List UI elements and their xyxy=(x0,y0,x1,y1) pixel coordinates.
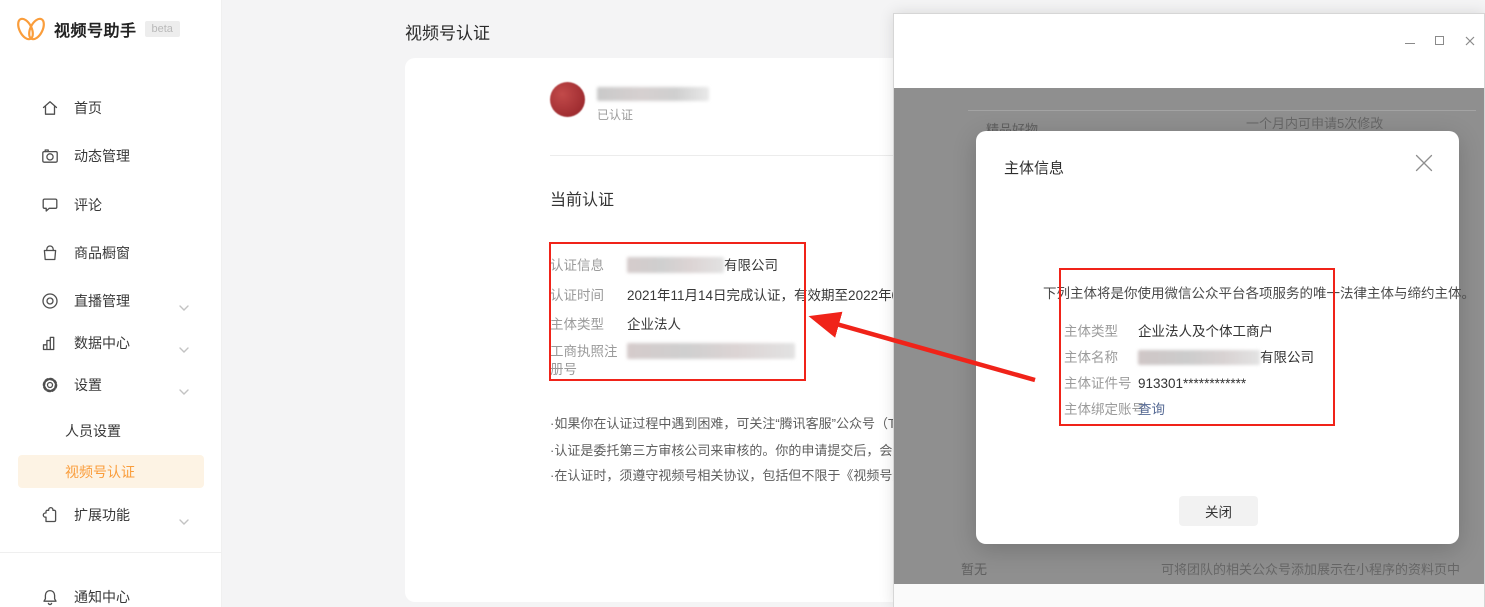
chevron-down-icon[interactable] xyxy=(179,382,189,400)
cert-row-license: 工商执照注册号 xyxy=(550,343,795,379)
channels-logo-icon xyxy=(14,14,48,44)
window-bottom-strip xyxy=(894,584,1484,607)
dialog-intro-text: 下列主体将是你使用微信公众平台各项服务的唯一法律主体与缔约主体。 xyxy=(1043,282,1475,302)
desktop-app-window: 精品好物 一个月内可申请5次修改 暂无 可将团队的相关公众号添加展示在小程序的资… xyxy=(893,13,1485,607)
chevron-down-icon[interactable] xyxy=(179,512,189,530)
dimmed-empty-label: 暂无 xyxy=(961,559,987,578)
dialog-row-subject-name: 主体名称有限公司 xyxy=(1064,346,1314,366)
subject-info-dialog: 主体信息 下列主体将是你使用微信公众平台各项服务的唯一法律主体与缔约主体。 主体… xyxy=(976,131,1459,544)
window-maximize-icon[interactable] xyxy=(1433,34,1446,47)
account-name-redacted xyxy=(597,87,709,101)
puzzle-icon xyxy=(40,506,59,525)
sidebar-item-moments[interactable]: 动态管理 xyxy=(0,140,222,172)
sidebar-item-notification-center[interactable]: 通知中心 xyxy=(0,581,222,607)
app-logo-row: 视频号助手 beta xyxy=(14,14,180,44)
query-link[interactable]: 查询 xyxy=(1138,402,1165,417)
home-icon xyxy=(40,99,59,118)
chevron-down-icon[interactable] xyxy=(179,298,189,316)
shopping-bag-icon xyxy=(40,244,59,263)
live-circle-icon xyxy=(40,292,59,311)
dialog-close-icon[interactable] xyxy=(1414,153,1434,173)
camera-icon xyxy=(40,147,59,166)
bar-chart-icon xyxy=(40,334,59,353)
sidebar-divider xyxy=(0,552,222,553)
verified-status: 已认证 xyxy=(597,106,633,123)
chevron-down-icon[interactable] xyxy=(179,340,189,358)
sidebar-item-live[interactable]: 直播管理 xyxy=(0,285,222,317)
note-line: ·如果你在认证过程中遇到困难，可关注“腾讯客服”公众号（Tencent_ xyxy=(550,413,941,432)
sidebar-item-comments[interactable]: 评论 xyxy=(0,189,222,221)
section-title: 当前认证 xyxy=(550,186,614,210)
sidebar-item-showcase[interactable]: 商品橱窗 xyxy=(0,237,222,269)
sidebar-item-data-center[interactable]: 数据中心 xyxy=(0,327,222,359)
app-title: 视频号助手 xyxy=(54,17,137,41)
dialog-row-bound-account: 主体绑定账号查询 xyxy=(1064,398,1165,418)
dialog-row-subject-type: 主体类型企业法人及个体工商户 xyxy=(1064,320,1273,340)
avatar xyxy=(550,82,585,117)
sidebar: 视频号助手 beta 首页 动态管理 评论 商品橱窗 直播管理 xyxy=(0,0,222,607)
dimmed-hint-bottom: 可将团队的相关公众号添加展示在小程序的资料页中 xyxy=(1161,559,1460,578)
license-number-redacted xyxy=(627,343,795,359)
dimmed-hint: 一个月内可申请5次修改 xyxy=(1246,113,1383,132)
window-controls xyxy=(1403,34,1476,47)
cert-row-time: 认证时间2021年11月14日完成认证，有效期至2022年06月11日 xyxy=(550,284,948,304)
window-close-icon[interactable] xyxy=(1463,34,1476,47)
comment-bubble-icon xyxy=(40,196,59,215)
cert-row-info: 认证信息有限公司 xyxy=(550,254,778,274)
cert-row-subject-type: 主体类型企业法人 xyxy=(550,313,681,333)
gear-icon xyxy=(40,376,59,395)
dimmed-divider xyxy=(968,110,1476,111)
close-button[interactable]: 关闭 xyxy=(1179,496,1258,526)
bell-icon xyxy=(40,588,59,607)
sidebar-item-home[interactable]: 首页 xyxy=(0,92,222,124)
beta-badge: beta xyxy=(145,21,180,37)
sidebar-item-personnel-settings[interactable]: 人员设置 xyxy=(18,414,204,447)
dialog-title: 主体信息 xyxy=(1004,157,1064,178)
dialog-row-subject-id: 主体证件号913301************ xyxy=(1064,372,1246,392)
window-minimize-icon[interactable] xyxy=(1403,34,1416,47)
subject-name-redacted xyxy=(1138,350,1260,365)
page-title: 视频号认证 xyxy=(405,19,490,44)
sidebar-item-extensions[interactable]: 扩展功能 xyxy=(0,499,222,531)
sidebar-item-settings[interactable]: 设置 xyxy=(0,369,222,401)
sidebar-item-channel-certification[interactable]: 视频号认证 xyxy=(18,455,204,488)
cert-info-redacted xyxy=(627,257,724,273)
